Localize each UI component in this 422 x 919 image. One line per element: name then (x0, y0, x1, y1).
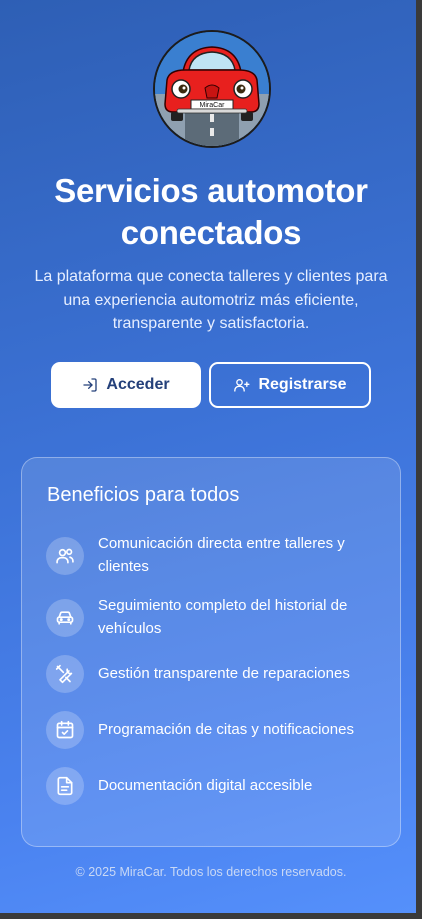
register-button[interactable]: Registrarse (209, 362, 371, 408)
benefit-item: Gestión transparente de reparaciones (46, 655, 386, 693)
title-line-2: conectados (120, 214, 302, 251)
car-icon (46, 598, 84, 637)
login-button[interactable]: Acceder (51, 362, 201, 408)
tools-icon (46, 655, 84, 693)
subtitle-line-2: una experiencia automotriz más eficiente… (63, 291, 359, 309)
benefit-item: Programación de citas y notificaciones (46, 711, 386, 749)
car-logo-icon: MiraCar (155, 32, 269, 146)
benefit-text-1a: Comunicación directa entre talleres y (98, 535, 345, 552)
benefit-text-2b: vehículos (98, 619, 162, 637)
document-icon (46, 767, 84, 805)
login-button-label: Acceder (106, 376, 170, 393)
miracar-logo: MiraCar (153, 30, 271, 148)
landing-screen: MiraCar Servicios automotor conectados L… (0, 0, 416, 913)
benefit-text-4: Programación de citas y notificaciones (98, 720, 354, 738)
subtitle-line-1: La plataforma que conecta talleres y cli… (34, 268, 388, 285)
calendar-check-icon (46, 711, 84, 749)
users-icon (46, 536, 84, 575)
benefits-title: Beneficios para todos (47, 484, 240, 506)
register-button-label: Registrarse (258, 376, 347, 393)
title-line-1: Servicios automotor (54, 172, 368, 209)
subtitle-line-3: transparente y satisfactoria. (112, 315, 310, 332)
benefits-card: Beneficios para todos Comunicación direc… (21, 457, 401, 847)
benefit-text-2a: Seguimiento completo del historial de (98, 597, 348, 614)
benefit-text-5: Documentación digital accesible (98, 776, 313, 794)
footer-copyright: © 2025 MiraCar. Todos los derechos reser… (75, 865, 347, 879)
user-plus-icon (234, 379, 250, 392)
benefit-item: Documentación digital accesible (46, 767, 386, 805)
benefit-text-3: Gestión transparente de reparaciones (98, 664, 350, 682)
benefit-item: Seguimiento completo del historial de ve… (46, 595, 386, 640)
page-subtitle: La plataforma que conecta talleres y cli… (20, 265, 402, 336)
page-title: Servicios automotor conectados (0, 170, 416, 254)
login-icon (83, 378, 98, 392)
benefit-text-1b: clientes (98, 557, 149, 575)
benefit-item: Comunicación directa entre talleres y cl… (46, 533, 386, 578)
plate-text: MiraCar (200, 102, 226, 109)
